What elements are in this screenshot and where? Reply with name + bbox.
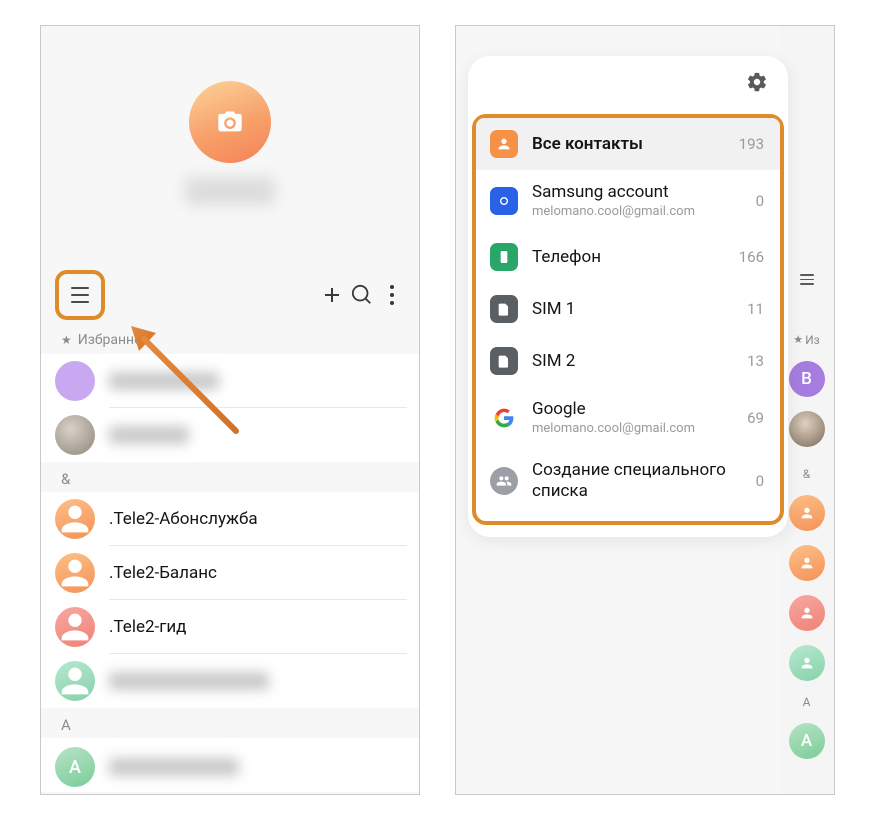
filter-samsung-account[interactable]: Samsung account melomano.cool@gmail.com … bbox=[476, 170, 780, 231]
person-icon bbox=[55, 607, 95, 647]
filter-count: 0 bbox=[756, 192, 764, 210]
section-a: А bbox=[41, 708, 419, 738]
mini-avatar-b: В bbox=[789, 361, 825, 397]
mini-avatar-orange bbox=[789, 495, 825, 531]
contact-avatar bbox=[55, 553, 95, 593]
hamburger-icon bbox=[800, 274, 814, 285]
filter-sim1[interactable]: SIM 1 11 bbox=[476, 283, 780, 335]
contact-item[interactable] bbox=[41, 654, 419, 708]
search-icon bbox=[351, 284, 373, 306]
contact-name-redacted bbox=[109, 758, 239, 776]
person-icon bbox=[799, 505, 815, 521]
panel-header bbox=[468, 56, 788, 108]
favorite-item[interactable] bbox=[41, 408, 419, 462]
person-icon bbox=[55, 499, 95, 539]
hamburger-icon bbox=[71, 287, 89, 303]
favorites-list bbox=[41, 354, 419, 462]
filter-sublabel: melomano.cool@gmail.com bbox=[532, 204, 742, 219]
filter-custom-list[interactable]: Создание специального списка 0 bbox=[476, 448, 780, 515]
samsung-icon bbox=[490, 187, 518, 215]
menu-button-highlighted[interactable] bbox=[55, 270, 105, 320]
profile-header bbox=[41, 26, 419, 264]
filter-count: 0 bbox=[756, 472, 764, 490]
accounts-panel: Все контакты 193 Samsung account meloman… bbox=[468, 56, 788, 537]
section-amp-mini: & bbox=[803, 467, 810, 481]
person-icon bbox=[799, 605, 815, 621]
person-icon bbox=[55, 661, 95, 701]
favorites-abbrev: ★Из bbox=[793, 333, 820, 347]
filter-label: Создание специального списка bbox=[532, 460, 742, 503]
contact-avatar: А bbox=[55, 747, 95, 787]
favorite-item[interactable] bbox=[41, 354, 419, 408]
mini-avatar-orange bbox=[789, 545, 825, 581]
filter-sim2[interactable]: SIM 2 13 bbox=[476, 335, 780, 387]
phone-icon bbox=[490, 243, 518, 271]
contact-item[interactable]: .Tele2-Баланс bbox=[41, 546, 419, 600]
add-button[interactable] bbox=[317, 283, 347, 307]
sim-icon bbox=[490, 295, 518, 323]
star-icon: ★ bbox=[61, 333, 72, 347]
filter-label: Все контакты bbox=[532, 134, 725, 154]
section-amp: & bbox=[41, 462, 419, 492]
group-icon bbox=[490, 467, 518, 495]
contacts-icon bbox=[490, 130, 518, 158]
contact-item[interactable]: А bbox=[41, 738, 419, 792]
contact-avatar bbox=[55, 361, 95, 401]
favorites-header: ★ Избранное bbox=[41, 326, 419, 354]
contact-name-redacted bbox=[109, 372, 219, 390]
search-button[interactable] bbox=[347, 284, 377, 306]
contact-name-redacted bbox=[109, 426, 189, 444]
accounts-highlighted: Все контакты 193 Samsung account meloman… bbox=[472, 114, 784, 525]
filter-count: 166 bbox=[739, 248, 764, 266]
camera-icon bbox=[216, 108, 244, 136]
more-button[interactable] bbox=[377, 285, 407, 305]
sim-icon bbox=[490, 347, 518, 375]
plus-icon bbox=[320, 283, 344, 307]
filter-all-contacts[interactable]: Все контакты 193 bbox=[476, 118, 780, 170]
contact-avatar bbox=[55, 499, 95, 539]
mini-avatar-photo bbox=[789, 411, 825, 447]
contact-name-redacted bbox=[109, 672, 269, 690]
section-a-mini: А bbox=[803, 695, 811, 709]
contact-avatar bbox=[55, 607, 95, 647]
filter-sublabel: melomano.cool@gmail.com bbox=[532, 421, 733, 436]
contact-name: .Tele2-Баланс bbox=[109, 563, 405, 583]
filter-label: SIM 2 bbox=[532, 351, 733, 371]
person-icon bbox=[799, 655, 815, 671]
mini-avatar-pink bbox=[789, 595, 825, 631]
filter-count: 193 bbox=[739, 135, 764, 153]
filter-count: 13 bbox=[747, 352, 764, 370]
contact-name: .Tele2-гид bbox=[109, 617, 405, 637]
filter-phone[interactable]: Телефон 166 bbox=[476, 231, 780, 283]
left-screenshot: ★ Избранное & .Tele2-Абонслужба .Tele2-Б… bbox=[40, 25, 420, 795]
contacts-group-amp: .Tele2-Абонслужба .Tele2-Баланс .Tele2-г… bbox=[41, 492, 419, 708]
toolbar bbox=[41, 264, 419, 326]
filter-google[interactable]: Google melomano.cool@gmail.com 69 bbox=[476, 387, 780, 448]
filter-label: Google bbox=[532, 399, 733, 419]
contact-item[interactable]: .Tele2-Абонслужба bbox=[41, 492, 419, 546]
right-screenshot: ★Из В & А А Все контакты 193 Samsung acc… bbox=[455, 25, 835, 795]
contact-item[interactable]: .Tele2-гид bbox=[41, 600, 419, 654]
filter-label: Samsung account bbox=[532, 182, 742, 202]
filter-count: 11 bbox=[747, 300, 764, 318]
profile-name-redacted bbox=[185, 177, 275, 205]
contact-avatar bbox=[55, 661, 95, 701]
kebab-icon bbox=[390, 285, 394, 305]
filter-count: 69 bbox=[747, 409, 764, 427]
profile-avatar[interactable] bbox=[189, 81, 271, 163]
mini-avatar-a: А bbox=[789, 723, 825, 759]
contact-name: .Tele2-Абонслужба bbox=[109, 509, 405, 529]
filter-label: Телефон bbox=[532, 247, 725, 267]
contact-avatar bbox=[55, 415, 95, 455]
person-icon bbox=[799, 555, 815, 571]
favorites-label: Избранное bbox=[78, 332, 150, 348]
google-icon bbox=[490, 404, 518, 432]
mini-avatar-mint bbox=[789, 645, 825, 681]
person-icon bbox=[55, 553, 95, 593]
contacts-group-a: А bbox=[41, 738, 419, 792]
filter-label: SIM 1 bbox=[532, 299, 733, 319]
gear-icon[interactable] bbox=[746, 71, 768, 93]
